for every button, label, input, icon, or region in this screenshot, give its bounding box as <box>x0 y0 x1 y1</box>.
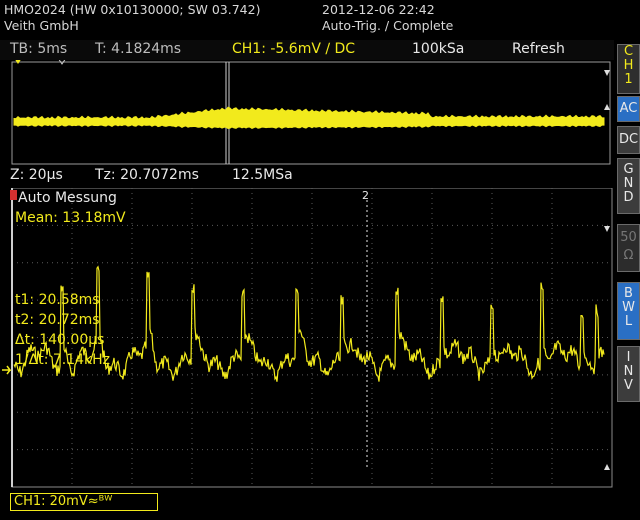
impedance-50ohm-button[interactable]: 50 Ω <box>617 224 640 272</box>
cursor-t1: t1: 20.58ms <box>15 292 100 308</box>
cursor-t2: t2: 20.72ms <box>15 312 100 328</box>
sample-rate-readout: 100kSa <box>412 41 465 57</box>
company-name: Veith GmbH <box>4 18 79 33</box>
timebase-readout[interactable]: TB: 5ms <box>10 41 67 57</box>
zoom-timebase[interactable]: Z: 20µs <box>10 167 63 183</box>
channel-1-label: C H 1 <box>617 44 640 94</box>
gnd-char-n: N <box>623 176 634 191</box>
scroll-down-arrow <box>604 104 610 110</box>
scroll-down-arrow-main <box>604 464 610 470</box>
datetime: 2012-12-06 22:42 <box>322 2 435 17</box>
cursor-delta-t: Δt: 140.00µs <box>15 332 105 348</box>
coupling-gnd-button[interactable]: G N D <box>617 158 640 214</box>
invert-button[interactable]: I N V <box>617 346 640 402</box>
inv-char-n: N <box>623 364 634 379</box>
coupling-dc-button[interactable]: DC <box>617 126 640 154</box>
ohm-icon: Ω <box>623 248 634 263</box>
bandwidth-limit-button[interactable]: B W L <box>617 282 640 340</box>
channel-1-ground-marker <box>2 365 12 375</box>
acquisition-mode[interactable]: Refresh <box>512 41 565 57</box>
gnd-char-g: G <box>623 162 634 177</box>
cursor-2-marker[interactable]: 2 <box>362 189 369 202</box>
gnd-char-d: D <box>623 190 634 205</box>
scroll-up-arrow-main <box>604 226 610 232</box>
trigger-channel-readout[interactable]: CH1: -5.6mV ∕ DC <box>232 41 355 57</box>
zoom-time[interactable]: Tz: 20.7072ms <box>95 167 199 183</box>
scope-display <box>2 57 613 488</box>
ch1-char-h: H <box>623 58 634 73</box>
bwl-char-l: L <box>624 314 633 329</box>
inv-char-v: V <box>624 378 633 393</box>
ch1-char-1: 1 <box>624 72 633 87</box>
measurement-mean: Mean: 13.18mV <box>15 210 126 226</box>
bwl-char-w: W <box>622 300 635 315</box>
inv-char-i: I <box>626 350 631 365</box>
zoom-sample-rate: 12.5MSa <box>232 167 293 183</box>
trigger-marker <box>10 190 17 200</box>
coupling-ac-button[interactable]: AC <box>617 96 640 122</box>
overview-waveform <box>13 106 605 130</box>
device-info: HMO2024 (HW 0x10130000; SW 03.742) <box>4 2 261 17</box>
zoom-info-bar <box>0 166 614 188</box>
fifty-label: 50 <box>620 230 637 245</box>
overview-trace <box>13 106 605 130</box>
bwl-char-b: B <box>624 286 633 301</box>
scroll-up-arrow <box>604 70 610 76</box>
ch1-char-c: C <box>623 44 634 59</box>
trigger-time-readout[interactable]: T: 4.1824ms <box>95 41 181 57</box>
cursor-frequency: 1/Δt: 7.14kHz <box>15 352 111 368</box>
trigger-status: Auto-Trig. / Complete <box>322 18 454 33</box>
measurement-title: Auto Messung <box>18 190 117 206</box>
channel-1-scale[interactable]: CH1: 20mV≈ᴮᵂ <box>10 493 158 511</box>
